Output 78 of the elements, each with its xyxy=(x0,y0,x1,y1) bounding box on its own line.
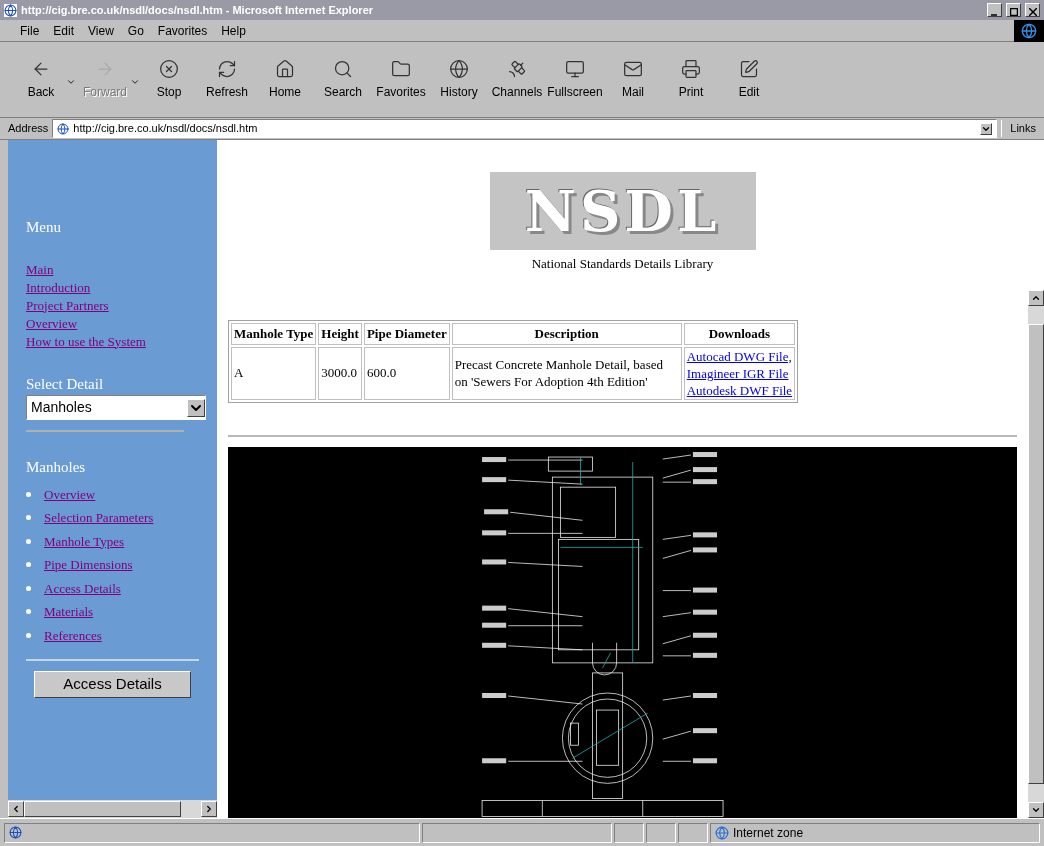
menu-item[interactable]: Go xyxy=(127,21,144,40)
nsdl-logo: NSDL xyxy=(489,172,756,250)
toolbar-button[interactable]: Fullscreen xyxy=(546,53,604,106)
monitor-icon xyxy=(565,58,585,79)
status-pane xyxy=(614,822,644,843)
toolbar-button[interactable]: Back xyxy=(12,53,70,106)
page-icon xyxy=(57,122,70,135)
search-icon xyxy=(333,58,353,79)
scroll-thumb[interactable] xyxy=(24,801,181,817)
scroll-arrow-button[interactable] xyxy=(8,801,24,817)
bullet-icon xyxy=(26,585,31,591)
logo-subtitle: National Standards Details Library xyxy=(531,255,714,273)
toolbar-button[interactable]: Channels xyxy=(488,53,546,106)
scroll-arrow-button[interactable] xyxy=(201,801,217,817)
table-cell: A xyxy=(231,346,317,400)
close-button[interactable] xyxy=(1025,3,1040,17)
globe-icon xyxy=(715,825,729,840)
table-cell: 600.0 xyxy=(363,346,450,400)
column-header: Description xyxy=(451,322,682,345)
scroll-arrow-button[interactable] xyxy=(1028,802,1044,818)
menu-item[interactable]: Favorites xyxy=(157,21,208,40)
globe-icon xyxy=(449,58,469,79)
section-heading: Manholes xyxy=(26,458,87,477)
edit-icon xyxy=(739,58,759,79)
links-button[interactable]: Links xyxy=(1001,120,1036,137)
toolbar-button[interactable]: Favorites xyxy=(372,53,430,106)
toolbar-button[interactable]: History xyxy=(430,53,488,106)
address-label: Address xyxy=(8,121,49,137)
stop-icon xyxy=(159,58,179,79)
toolbar-button[interactable]: Edit xyxy=(720,53,778,106)
home-icon xyxy=(275,58,295,79)
close-icon xyxy=(1028,8,1037,16)
select-label: Select Detail xyxy=(26,374,105,394)
folder-icon xyxy=(391,58,411,79)
download-link[interactable]: Autocad DWG File, xyxy=(686,347,793,365)
maximize-icon xyxy=(1009,8,1018,16)
access-details-button[interactable]: Access Details xyxy=(34,671,191,698)
toolbar-button[interactable]: Refresh xyxy=(198,53,256,106)
menu-item[interactable]: Help xyxy=(221,21,246,40)
refresh-icon xyxy=(217,58,237,79)
menu-item[interactable]: File xyxy=(20,21,40,40)
maximize-button[interactable] xyxy=(1006,3,1021,17)
minimize-button[interactable] xyxy=(987,3,1002,17)
menu-item[interactable]: Edit xyxy=(53,21,75,40)
table-cell: Precast Concrete Manhole Detail, based on 'Sewers For Adoption 4th Edition' xyxy=(451,346,682,400)
status-pane xyxy=(646,822,676,843)
address-field[interactable]: http://cig.bre.co.uk/nsdl/docs/nsdl.htm xyxy=(52,119,998,138)
column-header: Pipe Diameter xyxy=(363,322,450,345)
column-header: Height xyxy=(318,322,362,345)
browser-icon xyxy=(4,3,17,17)
bullet-icon xyxy=(26,632,31,638)
horizontal-scrollbar[interactable] xyxy=(8,800,217,818)
browser-logo-icon xyxy=(1014,19,1044,42)
toolbar-button[interactable]: Print xyxy=(662,53,720,106)
bullet-icon xyxy=(26,515,31,521)
menu-item[interactable]: View xyxy=(88,21,114,40)
download-link[interactable]: Imagineer IGR File xyxy=(686,364,793,382)
toolbar-button[interactable]: Mail xyxy=(604,53,662,106)
bullet-icon xyxy=(26,609,31,615)
detail-select[interactable]: Manholes xyxy=(26,395,206,420)
page-icon xyxy=(9,826,22,839)
toolbar-button[interactable]: Search xyxy=(314,53,372,106)
security-zone: Internet zone xyxy=(733,824,804,842)
bullet-icon xyxy=(26,538,31,544)
toolbar-button[interactable]: Home xyxy=(256,53,314,106)
table-cell: 3000.0 xyxy=(318,346,362,400)
status-pane xyxy=(678,822,708,843)
toolbar-button[interactable]: Stop xyxy=(140,53,198,106)
download-link[interactable]: Autodesk DWF File xyxy=(686,381,793,399)
satellite-icon xyxy=(507,58,527,79)
sidebar-heading: Menu xyxy=(26,218,62,237)
column-header: Downloads xyxy=(683,322,796,345)
bullet-icon xyxy=(26,562,31,568)
column-header: Manhole Type xyxy=(231,322,317,345)
scroll-arrow-button[interactable] xyxy=(1028,290,1044,306)
window-title: http://cig.bre.co.uk/nsdl/docs/nsdl.htm - Microsoft Internet Explorer xyxy=(21,2,375,18)
bullet-icon xyxy=(26,491,31,497)
printer-icon xyxy=(681,58,701,79)
